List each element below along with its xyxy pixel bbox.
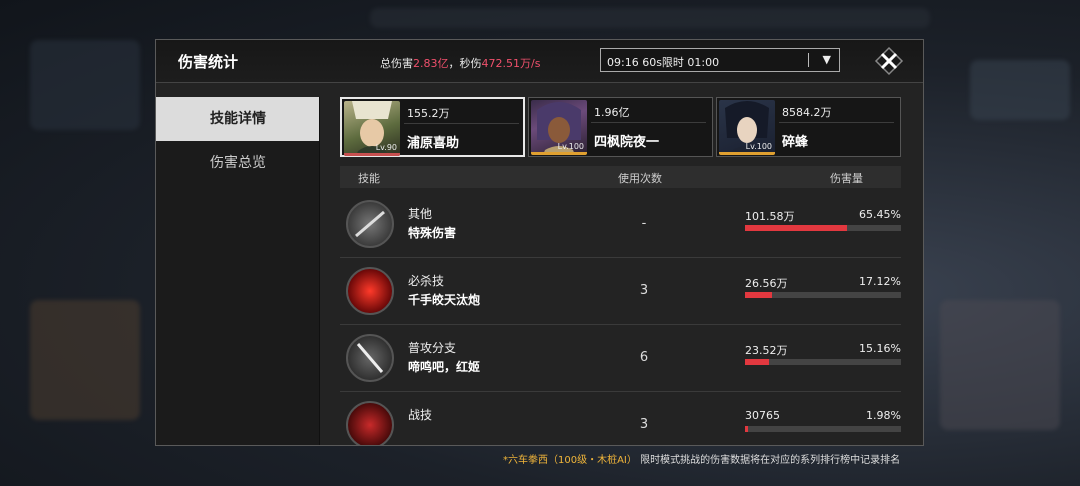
background-blur [370, 8, 930, 28]
damage-value: 26.56万 [745, 277, 788, 290]
damage-bar [745, 225, 901, 231]
footer-note: *六车拳西（100级・木桩AI） 限时模式挑战的伤害数据将在对应的系列排行榜中记… [503, 451, 900, 466]
level-bar [719, 152, 775, 155]
character-name: 浦原喜助 [407, 136, 460, 151]
level-label: Lv.100 [745, 142, 772, 151]
skill-type: 普攻分支 [408, 341, 457, 355]
sword-icon-graphic [355, 210, 385, 238]
level-bar [531, 152, 587, 155]
damage-percent: 17.12% [859, 275, 901, 288]
damage-value: 23.52万 [745, 344, 788, 357]
damage-bar-fill [745, 426, 749, 432]
divider [591, 122, 706, 123]
character-name: 碎蜂 [782, 135, 809, 150]
damage-percent: 65.45% [859, 208, 901, 221]
level-bar [344, 153, 400, 156]
character-card-yoruichi[interactable]: Lv.100 1.96亿 四枫院夜一 [528, 97, 713, 157]
use-count: 3 [639, 417, 649, 432]
table-row: 必杀技 千手皎天汰炮 3 26.56万 17.12% [340, 258, 901, 325]
skill-name: 千手皎天汰炮 [408, 293, 481, 307]
skill-name: 啼鸣吧，红姬 [408, 360, 481, 374]
background-blur [940, 300, 1060, 430]
dps-value: 472.51万/s [481, 57, 541, 70]
damage-value: 30765 [745, 409, 780, 422]
avatar: Lv.100 [531, 100, 587, 155]
character-damage: 8584.2万 [782, 106, 832, 119]
sidebar: 技能详情 伤害总览 [156, 97, 320, 445]
damage-bar-fill [745, 292, 772, 298]
close-icon [874, 46, 904, 76]
damage-bar [745, 359, 901, 365]
character-card-soifon[interactable]: Lv.100 8584.2万 碎蜂 [716, 97, 901, 157]
skill-type: 必杀技 [408, 274, 445, 288]
damage-bar [745, 426, 901, 432]
divider [404, 123, 519, 124]
divider [779, 122, 894, 123]
avatar: Lv.90 [344, 101, 400, 156]
character-card-urahara[interactable]: Lv.90 155.2万 浦原喜助 [340, 97, 525, 157]
dps-label: ，秒伤 [448, 57, 482, 70]
dropdown-divider [808, 53, 809, 67]
damage-bar-fill [745, 225, 848, 231]
footer-text: 限时模式挑战的伤害数据将在对应的系列排行榜中记录排名 [640, 455, 901, 466]
column-uses: 使用次数 [618, 172, 662, 185]
level-label: Lv.100 [557, 142, 584, 151]
background-blur [970, 60, 1070, 120]
character-damage: 1.96亿 [594, 106, 630, 119]
character-list: Lv.90 155.2万 浦原喜助 Lv.100 1.96亿 四枫院夜一 Lv.… [340, 97, 901, 159]
use-count: 3 [639, 283, 649, 298]
mode-select-dropdown[interactable]: 09:16 60s限时 01:00 ▼ [600, 48, 840, 72]
background-blur [30, 40, 140, 130]
blade-icon [346, 334, 394, 382]
column-damage: 伤害量 [830, 172, 863, 185]
skill-type: 战技 [408, 408, 433, 422]
background-blur [30, 300, 140, 420]
level-label: Lv.90 [375, 143, 397, 152]
tab-damage-overview[interactable]: 伤害总览 [156, 141, 320, 185]
damage-value: 101.58万 [745, 210, 795, 223]
avatar: Lv.100 [719, 100, 775, 155]
chevron-down-icon: ▼ [822, 53, 831, 66]
skill-type: 其他 [408, 207, 433, 221]
panel-header: 伤害统计 总伤害2.83亿，秒伤472.51万/s 09:16 60s限时 01… [156, 40, 923, 83]
column-skill: 技能 [358, 172, 380, 185]
tab-skill-details[interactable]: 技能详情 [156, 97, 320, 141]
use-count: - [641, 216, 647, 231]
table-header: 技能 使用次数 伤害量 [340, 166, 901, 188]
sword-icon [346, 200, 394, 248]
panel-title: 伤害统计 [178, 53, 239, 71]
mode-select-value: 09:16 60s限时 01:00 [607, 56, 720, 69]
table-row: 其他 特殊伤害 - 101.58万 65.45% [340, 191, 901, 258]
table-row: 普攻分支 啼鸣吧，红姬 6 23.52万 15.16% [340, 325, 901, 392]
character-damage: 155.2万 [407, 107, 450, 120]
use-count: 6 [639, 350, 649, 365]
damage-percent: 15.16% [859, 342, 901, 355]
blade-icon-graphic [356, 343, 384, 373]
footer-highlight: *六车拳西（100级・木桩AI） [503, 455, 637, 466]
damage-bar-fill [745, 359, 769, 365]
character-name: 四枫院夜一 [594, 135, 660, 150]
damage-bar [745, 292, 901, 298]
table-row: 战技 3 30765 1.98% [340, 392, 901, 445]
close-button[interactable] [874, 46, 904, 76]
divider [319, 97, 320, 445]
total-label: 总伤害 [380, 57, 413, 70]
damage-summary: 总伤害2.83亿，秒伤472.51万/s [380, 55, 540, 71]
slash-icon [346, 401, 394, 445]
skill-name: 特殊伤害 [408, 226, 457, 240]
fire-burst-icon [346, 267, 394, 315]
damage-percent: 1.98% [866, 409, 901, 422]
damage-stats-panel: 伤害统计 总伤害2.83亿，秒伤472.51万/s 09:16 60s限时 01… [155, 39, 924, 446]
total-value: 2.83亿 [413, 57, 449, 70]
